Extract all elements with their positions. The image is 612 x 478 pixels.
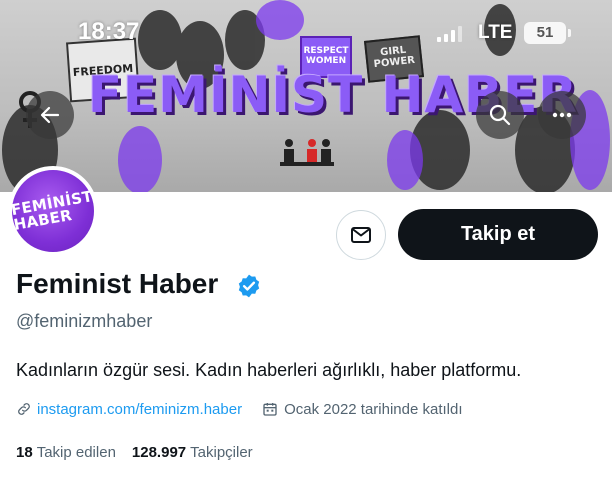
avatar[interactable]: FEMİNİST HABER xyxy=(8,166,98,256)
back-button[interactable] xyxy=(26,91,74,139)
calendar-icon xyxy=(263,403,277,416)
message-button[interactable] xyxy=(336,210,386,260)
follow-button[interactable]: Takip et xyxy=(398,209,598,260)
handle: @feminizmhaber xyxy=(16,311,153,331)
search-icon xyxy=(489,104,511,126)
battery-tip xyxy=(568,29,571,37)
followers-stat[interactable]: 128.997 Takipçiler xyxy=(132,444,253,461)
following-stat[interactable]: 18 Takip edilen xyxy=(16,444,116,461)
follow-stats: 18 Takip edilen 128.997 Takipçiler xyxy=(16,442,253,462)
link-icon xyxy=(18,403,30,415)
following-count: 18 xyxy=(16,443,33,461)
network-type: LTE xyxy=(478,22,513,43)
status-time: 18:37 xyxy=(78,18,140,45)
banner-title: FEMİNİST HABER xyxy=(88,66,578,124)
followers-count: 128.997 xyxy=(131,443,187,461)
mail-icon xyxy=(351,227,371,243)
more-icon xyxy=(552,112,572,118)
avatar-logo: FEMİNİST HABER xyxy=(9,187,97,234)
search-button[interactable] xyxy=(476,91,524,139)
bio: Kadınların özgür sesi. Kadın haberleri a… xyxy=(16,360,522,380)
profile-link[interactable]: instagram.com/feminizm.haber xyxy=(37,401,242,418)
display-name: Feminist Haber xyxy=(16,268,219,299)
battery-icon: 51 xyxy=(524,22,566,44)
following-label: Takip edilen xyxy=(36,443,116,461)
verified-badge-icon xyxy=(238,274,260,298)
joined-date: Ocak 2022 tarihinde katıldı xyxy=(284,400,463,418)
more-button[interactable] xyxy=(538,91,586,139)
profile-meta: instagram.com/feminizm.haber Ocak 2022 t… xyxy=(16,398,463,420)
back-arrow-icon xyxy=(40,106,60,124)
signal-icon xyxy=(437,26,462,42)
followers-label: Takipçiler xyxy=(190,443,253,461)
